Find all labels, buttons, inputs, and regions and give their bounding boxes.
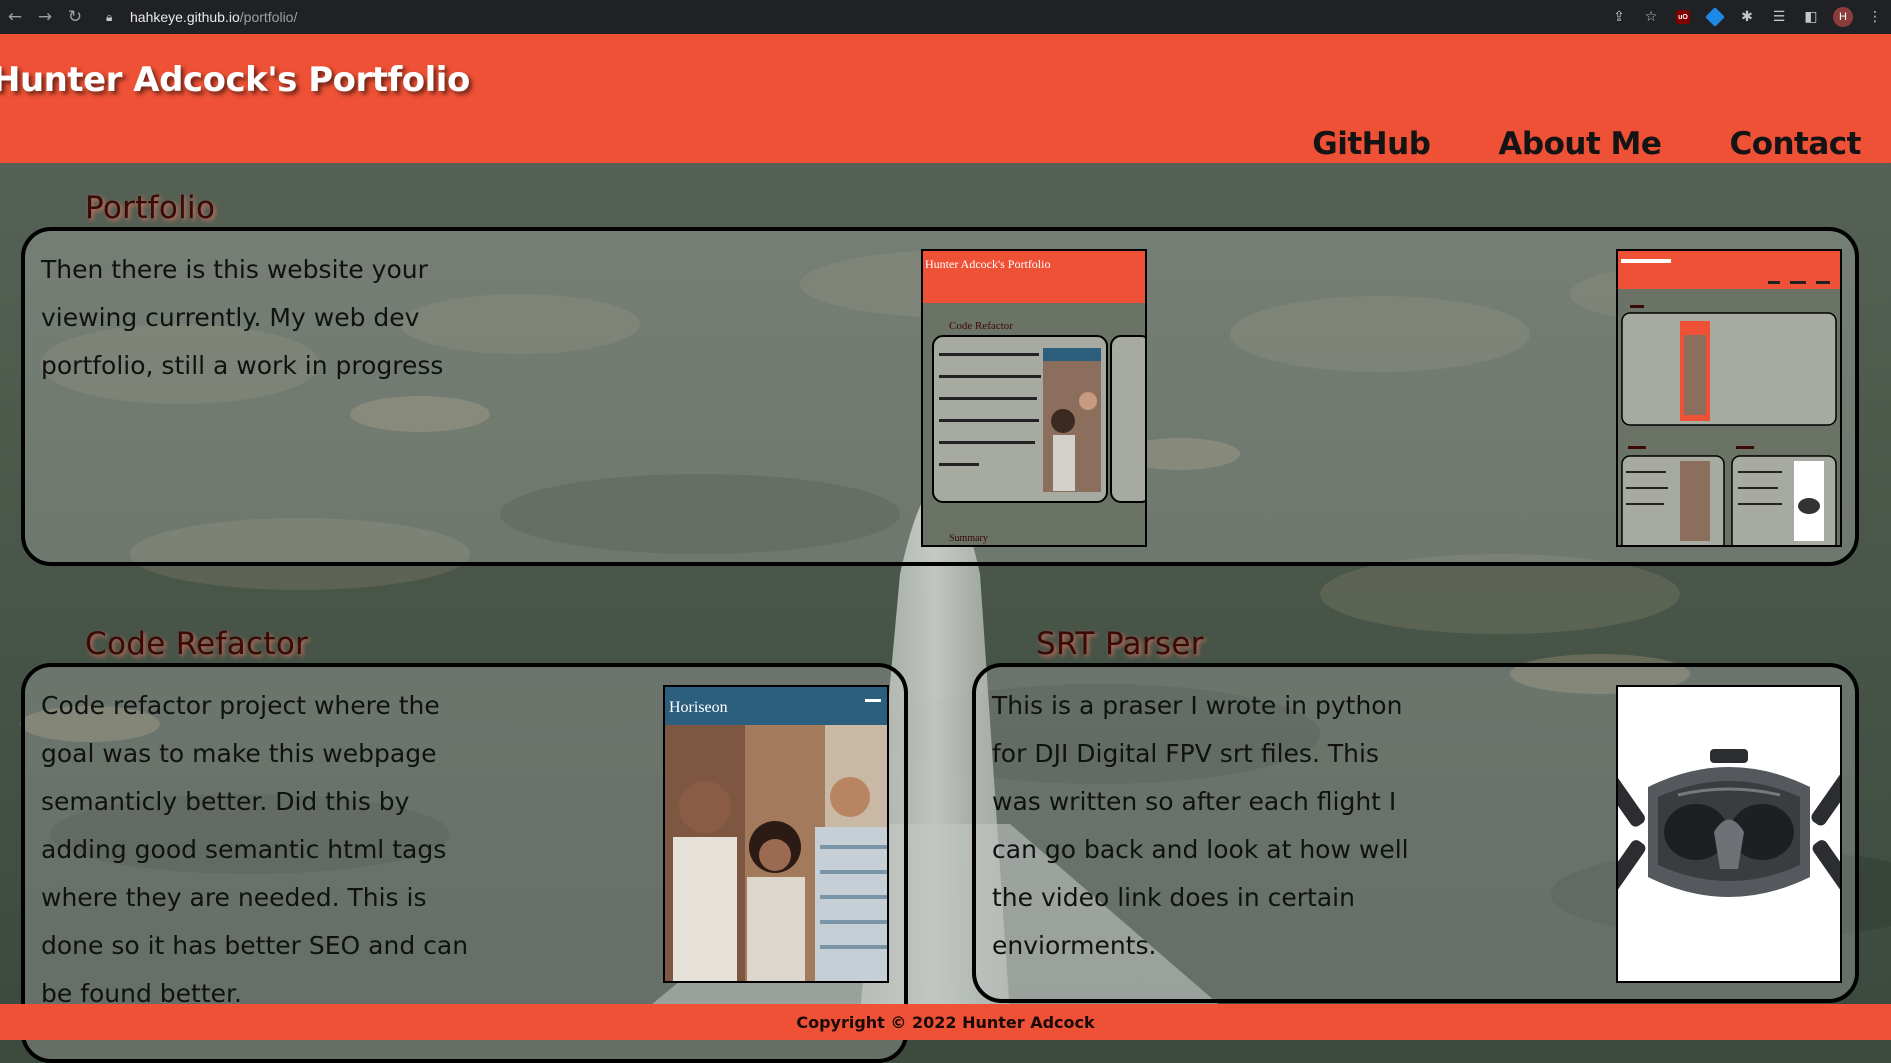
- reload-icon[interactable]: ↻: [60, 0, 90, 34]
- portfolio-screenshot-full[interactable]: [1616, 249, 1842, 547]
- srt-parser-description: This is a praser I wrote in python for D…: [992, 691, 1409, 960]
- media-queue-icon[interactable]: ☰: [1763, 0, 1795, 34]
- lock-icon: 🔒︎: [106, 9, 113, 24]
- section-title-portfolio: Portfolio: [85, 190, 216, 226]
- share-icon[interactable]: ⇪: [1603, 0, 1635, 34]
- fpv-goggles-image[interactable]: [1616, 685, 1842, 983]
- extension-ublock-icon[interactable]: uO: [1667, 0, 1699, 34]
- copyright-text: Copyright © 2022 Hunter Adcock: [796, 1012, 1095, 1032]
- shot-summary-text: Summary: [949, 533, 988, 544]
- extensions-puzzle-icon[interactable]: ✱: [1731, 0, 1763, 34]
- profile-avatar[interactable]: H: [1827, 0, 1859, 34]
- nav-link-github[interactable]: GitHub: [1312, 126, 1431, 162]
- portfolio-card: Then there is this website your viewing …: [21, 227, 1859, 566]
- browser-toolbar: ← → ↻ 🔒︎ hahkeye.github.io/portfolio/ ⇪ …: [0, 0, 1891, 34]
- section-title-code-refactor: Code Refactor: [85, 626, 309, 662]
- bookmark-star-icon[interactable]: ☆: [1635, 0, 1667, 34]
- site-header: Hunter Adcock's Portfolio GitHub About M…: [0, 34, 1891, 163]
- site-footer: Copyright © 2022 Hunter Adcock: [0, 1004, 1891, 1040]
- forward-icon[interactable]: →: [30, 0, 60, 34]
- nav-link-contact[interactable]: Contact: [1729, 126, 1861, 162]
- portfolio-screenshot-zoomed[interactable]: Hunter Adcock's Portfolio Code Refactor …: [921, 249, 1147, 547]
- section-title-srt-parser: SRT Parser: [1036, 626, 1204, 662]
- nav-link-about-me[interactable]: About Me: [1498, 126, 1662, 162]
- address-bar[interactable]: 🔒︎ hahkeye.github.io/portfolio/: [96, 5, 1602, 29]
- back-icon[interactable]: ←: [0, 0, 30, 34]
- horiseon-brand-text: Horiseon: [669, 699, 728, 716]
- code-refactor-screenshot[interactable]: Horiseon: [663, 685, 889, 983]
- code-refactor-description: Code refactor project where the goal was…: [41, 691, 469, 1008]
- main-nav: GitHub About Me Contact: [1312, 126, 1861, 162]
- code-refactor-card: Code refactor project where the goal was…: [21, 663, 908, 1063]
- srt-parser-card: This is a praser I wrote in python for D…: [972, 663, 1859, 1003]
- url-text: hahkeye.github.io/portfolio/: [130, 9, 298, 25]
- shot-section-text: Code Refactor: [949, 320, 1013, 332]
- portfolio-description: Then there is this website your viewing …: [41, 255, 444, 380]
- extension-blue-icon[interactable]: [1699, 0, 1731, 34]
- site-title: Hunter Adcock's Portfolio: [0, 60, 470, 100]
- kebab-menu-icon[interactable]: ⋮: [1859, 0, 1891, 34]
- side-panel-icon[interactable]: ◧: [1795, 0, 1827, 34]
- shot-title-text: Hunter Adcock's Portfolio: [925, 257, 1050, 271]
